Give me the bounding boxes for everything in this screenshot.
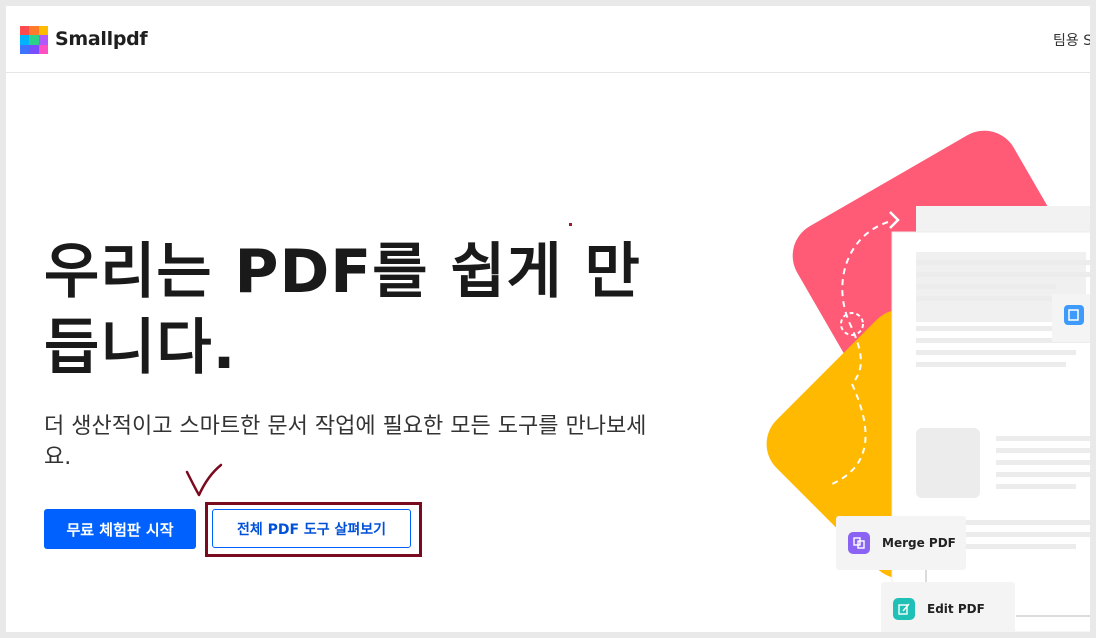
stray-mark [569,223,572,226]
merge-pdf-card[interactable]: Merge PDF [836,516,966,570]
edit-pdf-label: Edit PDF [927,602,985,616]
site-header: Smallpdf 팀용 S [6,6,1090,73]
document-icon-card [1052,294,1090,342]
edit-icon [893,598,915,620]
brand-name[interactable]: Smallpdf [55,28,148,50]
browser-viewport: Smallpdf 팀용 S 우리는 PDF를 쉽게 만듭니다. 더 생산적이고 … [6,6,1090,632]
hero-subtitle: 더 생산적이고 스마트한 문서 작업에 필요한 모든 도구를 만나보세요. [44,414,647,470]
hero-title: 우리는 PDF를 쉽게 만듭니다. [44,237,641,383]
nav-teams-link[interactable]: 팀용 S [1053,30,1090,50]
merge-pdf-label: Merge PDF [882,536,956,550]
edit-pdf-card[interactable]: Edit PDF [881,582,1015,632]
smallpdf-logo-icon[interactable] [20,26,48,54]
hero-illustration: Merge PDF Edit PDF [766,124,1090,632]
checkmark-annotation-icon [185,463,223,497]
highlight-annotation-box [205,502,422,557]
merge-icon [848,532,870,554]
front-document-page [891,231,1090,632]
start-free-trial-button[interactable]: 무료 체험판 시작 [44,509,196,549]
